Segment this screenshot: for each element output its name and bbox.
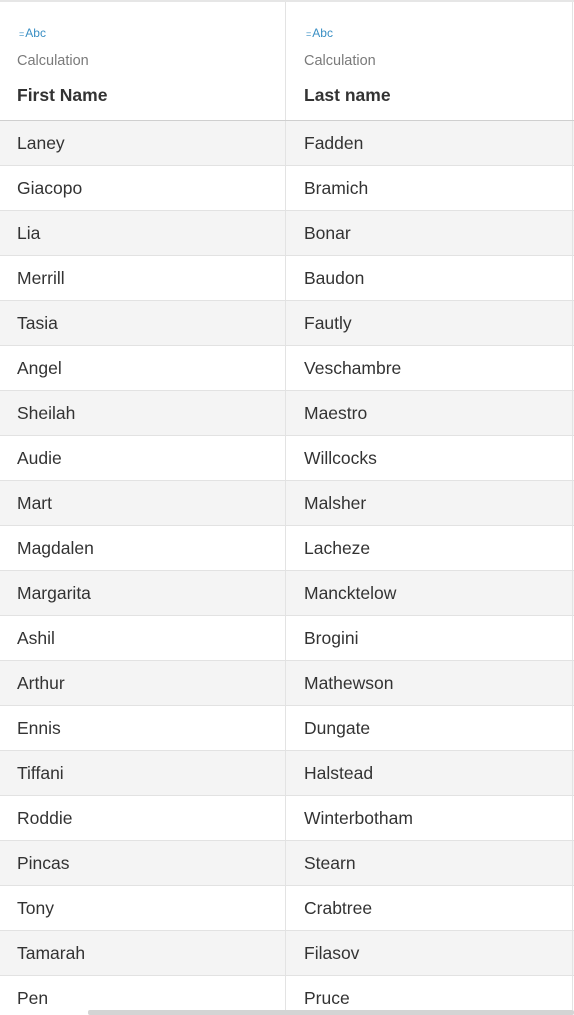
cell-first-name[interactable]: Pincas bbox=[0, 841, 286, 885]
table-row[interactable]: Angel Veschambre bbox=[0, 346, 574, 391]
cell-first-name[interactable]: Ennis bbox=[0, 706, 286, 750]
column-title[interactable]: First Name bbox=[17, 85, 107, 106]
cell-first-name[interactable]: Ashil bbox=[0, 616, 286, 660]
cell-first-name[interactable]: Mart bbox=[0, 481, 286, 525]
table-row[interactable]: Roddie Winterbotham bbox=[0, 796, 574, 841]
cell-first-name[interactable]: Roddie bbox=[0, 796, 286, 840]
table-row[interactable]: Giacopo Bramich bbox=[0, 166, 574, 211]
table-row[interactable]: Pincas Stearn bbox=[0, 841, 574, 886]
cell-last-name[interactable]: Mancktelow bbox=[286, 571, 573, 615]
cell-first-name[interactable]: Tiffani bbox=[0, 751, 286, 795]
table-row[interactable]: Laney Fadden bbox=[0, 121, 574, 166]
cell-first-name[interactable]: Audie bbox=[0, 436, 286, 480]
column-type-label: Calculation bbox=[17, 53, 89, 69]
cell-last-name[interactable]: Bonar bbox=[286, 211, 573, 255]
cell-last-name[interactable]: Halstead bbox=[286, 751, 573, 795]
cell-first-name[interactable]: Magdalen bbox=[0, 526, 286, 570]
column-title[interactable]: Last name bbox=[304, 85, 391, 106]
table-row[interactable]: Margarita Mancktelow bbox=[0, 571, 574, 616]
cell-first-name[interactable]: Margarita bbox=[0, 571, 286, 615]
cell-first-name[interactable]: Laney bbox=[0, 121, 286, 165]
table-row[interactable]: Magdalen Lacheze bbox=[0, 526, 574, 571]
cell-last-name[interactable]: Bramich bbox=[286, 166, 573, 210]
cell-last-name[interactable]: Stearn bbox=[286, 841, 573, 885]
table-row[interactable]: Sheilah Maestro bbox=[0, 391, 574, 436]
table-row[interactable]: Tasia Fautly bbox=[0, 301, 574, 346]
table-row[interactable]: Arthur Mathewson bbox=[0, 661, 574, 706]
cell-first-name[interactable]: Angel bbox=[0, 346, 286, 390]
grid-body: Laney Fadden Giacopo Bramich Lia Bonar Merrill… bbox=[0, 121, 574, 1015]
cell-last-name[interactable]: Filasov bbox=[286, 931, 573, 975]
cell-last-name[interactable]: Dungate bbox=[286, 706, 573, 750]
cell-first-name[interactable]: Tony bbox=[0, 886, 286, 930]
string-calculation-icon[interactable]: = Abc bbox=[19, 26, 46, 40]
table-row[interactable]: Merrill Baudon bbox=[0, 256, 574, 301]
table-row[interactable]: Tony Crabtree bbox=[0, 886, 574, 931]
cell-last-name[interactable]: Brogini bbox=[286, 616, 573, 660]
table-row[interactable]: Tamarah Filasov bbox=[0, 931, 574, 976]
cell-last-name[interactable]: Crabtree bbox=[286, 886, 573, 930]
cell-first-name[interactable]: Tamarah bbox=[0, 931, 286, 975]
cell-last-name[interactable]: Mathewson bbox=[286, 661, 573, 705]
table-row[interactable]: Lia Bonar bbox=[0, 211, 574, 256]
cell-last-name[interactable]: Fautly bbox=[286, 301, 573, 345]
table-row[interactable]: Ennis Dungate bbox=[0, 706, 574, 751]
cell-first-name[interactable]: Sheilah bbox=[0, 391, 286, 435]
cell-first-name[interactable]: Tasia bbox=[0, 301, 286, 345]
cell-last-name[interactable]: Lacheze bbox=[286, 526, 573, 570]
table-row[interactable]: Mart Malsher bbox=[0, 481, 574, 526]
cell-last-name[interactable]: Willcocks bbox=[286, 436, 573, 480]
cell-first-name[interactable]: Lia bbox=[0, 211, 286, 255]
column-header-last-name[interactable]: = Abc Calculation Last name bbox=[286, 2, 573, 120]
grid-header: = Abc Calculation First Name = Abc Calcula… bbox=[0, 2, 574, 121]
column-header-first-name[interactable]: = Abc Calculation First Name bbox=[0, 2, 286, 120]
cell-last-name[interactable]: Malsher bbox=[286, 481, 573, 525]
data-grid: = Abc Calculation First Name = Abc Calcula… bbox=[0, 0, 574, 1015]
table-row[interactable]: Ashil Brogini bbox=[0, 616, 574, 661]
cell-last-name[interactable]: Baudon bbox=[286, 256, 573, 300]
table-row[interactable]: Tiffani Halstead bbox=[0, 751, 574, 796]
cell-last-name[interactable]: Fadden bbox=[286, 121, 573, 165]
cell-last-name[interactable]: Winterbotham bbox=[286, 796, 573, 840]
cell-first-name[interactable]: Merrill bbox=[0, 256, 286, 300]
string-calculation-icon[interactable]: = Abc bbox=[306, 26, 333, 40]
cell-first-name[interactable]: Giacopo bbox=[0, 166, 286, 210]
column-type-label: Calculation bbox=[304, 53, 376, 69]
table-row[interactable]: Audie Willcocks bbox=[0, 436, 574, 481]
cell-last-name[interactable]: Veschambre bbox=[286, 346, 573, 390]
horizontal-scrollbar-thumb[interactable] bbox=[88, 1010, 574, 1015]
cell-last-name[interactable]: Maestro bbox=[286, 391, 573, 435]
cell-first-name[interactable]: Arthur bbox=[0, 661, 286, 705]
